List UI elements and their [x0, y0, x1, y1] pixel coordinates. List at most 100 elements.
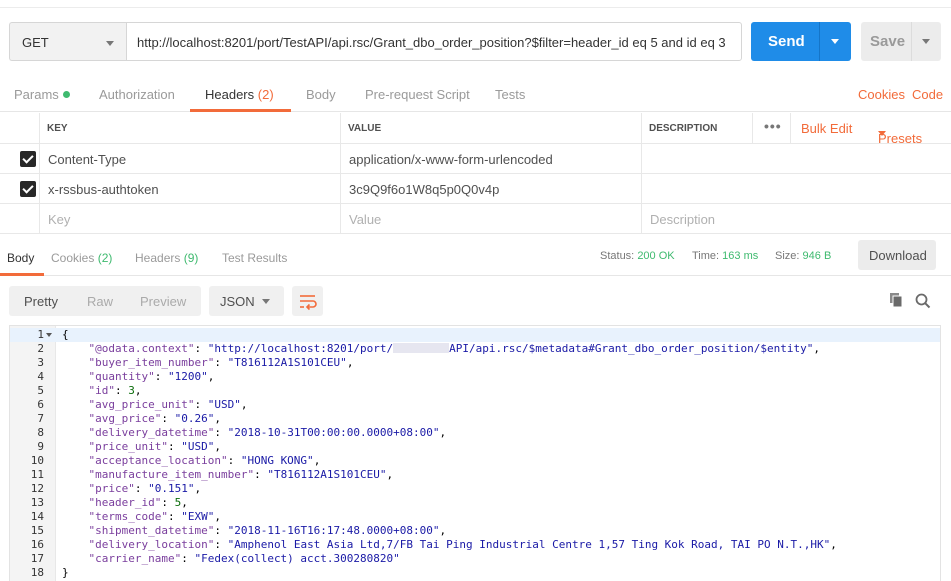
bulk-edit-link[interactable]: Bulk Edit	[801, 121, 852, 136]
json-string: "T816112A1S101CEU"	[227, 356, 347, 369]
format-select[interactable]: JSON	[209, 286, 284, 316]
json-key: "carrier_name"	[88, 552, 182, 565]
json-key: "buyer_item_number"	[88, 356, 215, 369]
row-enabled-checkbox[interactable]	[20, 181, 36, 197]
response-tabs: Body Cookies (2) Headers (9) Test Result…	[0, 236, 951, 276]
fold-toggle-icon[interactable]	[46, 333, 52, 337]
json-key: "header_id"	[88, 496, 162, 509]
response-tab-cookies[interactable]: Cookies (2)	[51, 251, 112, 265]
json-comma: ,	[214, 412, 221, 425]
json-string: "2018-11-16T16:17:48.0000+08:00"	[227, 524, 440, 537]
column-value: VALUE	[341, 113, 642, 143]
json-comma: ,	[214, 440, 221, 453]
description-cell[interactable]	[642, 144, 951, 173]
json-string: "USD"	[181, 440, 215, 453]
json-colon: :	[227, 454, 241, 467]
tab-authorization[interactable]: Authorization	[99, 87, 175, 102]
save-button[interactable]: Save	[861, 22, 941, 61]
code-text: "price": "0.151",	[62, 482, 202, 496]
json-colon: :	[214, 426, 228, 439]
download-label: Download	[869, 248, 927, 263]
params-dot-icon	[62, 91, 70, 98]
line-number: 9	[37, 440, 44, 453]
response-tab-body[interactable]: Body	[7, 251, 34, 265]
line-number: 13	[30, 496, 44, 509]
code-text: "acceptance_location": "HONG KONG",	[62, 454, 321, 468]
tab-params[interactable]: Params	[14, 87, 70, 102]
json-string: "Amphenol East Asia Ltd,7/FB Tai Ping In…	[227, 538, 831, 551]
value-cell[interactable]: 3c9Q9f6o1W8q5p0Q0v4p	[341, 174, 642, 203]
wrap-lines-button[interactable]	[292, 286, 323, 316]
code-text: "delivery_location": "Amphenol East Asia…	[62, 538, 837, 552]
json-key: "shipment_datetime"	[88, 524, 215, 537]
method-label: GET	[22, 35, 49, 50]
save-options-chevron-icon[interactable]	[922, 39, 930, 44]
cookies-link[interactable]: Cookies	[858, 87, 905, 102]
description-placeholder: Description	[650, 212, 716, 227]
json-key: "quantity"	[88, 370, 155, 383]
json-comma: ,	[214, 510, 221, 523]
line-number: 2	[37, 342, 44, 355]
code-brace: {	[62, 328, 69, 341]
json-comma: ,	[240, 398, 248, 411]
json-string: API/api.rsc/$metadata#Grant_dbo_order_po…	[449, 342, 814, 355]
mode-pretty[interactable]: Pretty	[24, 294, 58, 309]
url-text: http://localhost:8201/port/TestAPI/api.r…	[137, 35, 726, 50]
mode-preview[interactable]: Preview	[140, 294, 186, 309]
response-active-tab-indicator	[0, 273, 44, 276]
download-button[interactable]: Download	[858, 240, 936, 270]
line-number: 3	[37, 356, 44, 369]
tab-prerequest-script[interactable]: Pre-request Script	[365, 87, 470, 102]
response-tab-test-results[interactable]: Test Results	[222, 251, 287, 265]
new-description-input[interactable]: Description	[642, 204, 951, 233]
json-colon: :	[194, 398, 208, 411]
code-text: "header_id": 5,	[62, 496, 188, 510]
line-number: 4	[37, 370, 44, 383]
new-key-input[interactable]: Key	[40, 204, 341, 233]
code-text: "avg_price": "0.26",	[62, 412, 221, 426]
code-line: 1{	[10, 328, 940, 342]
row-enabled-checkbox[interactable]	[20, 151, 36, 167]
key-cell[interactable]: x-rssbus-authtoken	[40, 174, 341, 203]
new-header-row: Key Value Description	[0, 204, 951, 234]
json-string: "http://localhost:8201/port/	[207, 342, 394, 355]
mode-raw[interactable]: Raw	[87, 294, 113, 309]
response-tab-headers[interactable]: Headers (9)	[135, 251, 198, 265]
new-value-input[interactable]: Value	[341, 204, 642, 233]
url-input[interactable]: http://localhost:8201/port/TestAPI/api.r…	[126, 22, 742, 61]
header-value: 3c9Q9f6o1W8q5p0Q0v4p	[349, 182, 500, 197]
key-cell[interactable]: Content-Type	[40, 144, 341, 173]
more-options-icon[interactable]: •••	[764, 118, 782, 134]
json-key: "@odata.context"	[88, 342, 195, 355]
json-comma: ,	[346, 356, 354, 369]
json-comma: ,	[313, 454, 321, 467]
code-text: "carrier_name": "Fedex(collect) acct.300…	[62, 552, 400, 566]
status-readout: Status: 200 OK	[600, 250, 675, 262]
json-colon: :	[214, 524, 228, 537]
format-chevron-icon	[262, 299, 270, 304]
tab-body[interactable]: Body	[306, 87, 336, 102]
copy-icon[interactable]	[888, 292, 904, 308]
code-text: "price_unit": "USD",	[62, 440, 221, 454]
tab-tests[interactable]: Tests	[495, 87, 525, 102]
code-link[interactable]: Code	[912, 87, 943, 102]
send-button[interactable]: Send	[751, 22, 851, 61]
tab-headers[interactable]: Headers (2)	[205, 87, 274, 102]
search-icon[interactable]	[914, 292, 932, 310]
code-text: "shipment_datetime": "2018-11-16T16:17:4…	[62, 524, 447, 538]
send-options-chevron-icon[interactable]	[831, 39, 839, 44]
method-select[interactable]: GET	[9, 22, 126, 61]
json-string: "0.151"	[148, 482, 195, 495]
row-checkbox-cell	[0, 174, 40, 203]
send-divider	[819, 22, 820, 61]
description-cell[interactable]	[642, 174, 951, 203]
response-body-editor[interactable]: 1{2 "@odata.context": "http://localhost:…	[9, 325, 941, 581]
code-brace: }	[62, 566, 69, 579]
line-number: 16	[30, 538, 44, 551]
line-number: 1	[37, 328, 44, 341]
json-comma: ,	[134, 384, 142, 397]
request-tabs: Params Authorization Headers (2) Body Pr…	[0, 76, 951, 112]
size-label: Size:	[775, 250, 800, 262]
value-cell[interactable]: application/x-www-form-urlencoded	[341, 144, 642, 173]
json-colon: :	[115, 384, 129, 397]
